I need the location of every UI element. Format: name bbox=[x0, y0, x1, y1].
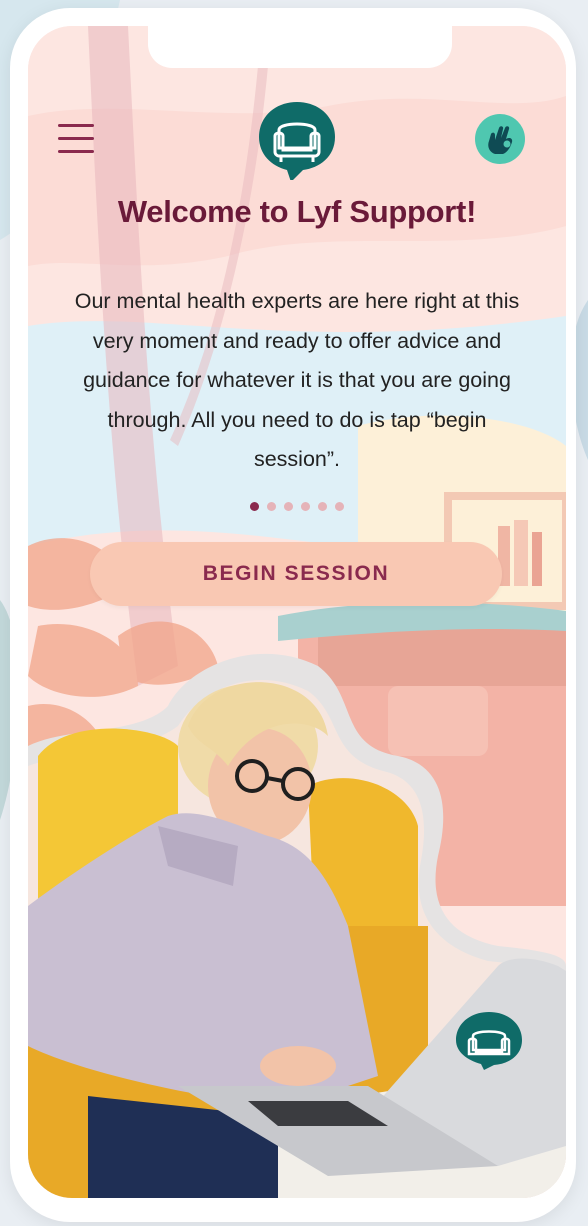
carousel-dot-3[interactable] bbox=[284, 502, 293, 511]
app-header bbox=[28, 100, 566, 190]
intro-description-text: Our mental health experts are here right… bbox=[74, 289, 520, 471]
menu-icon bbox=[58, 124, 94, 127]
menu-icon-bar bbox=[58, 137, 94, 140]
carousel-dot-1[interactable] bbox=[250, 502, 259, 511]
menu-icon-bar bbox=[58, 150, 94, 153]
page-title: Welcome to Lyf Support! bbox=[117, 194, 477, 229]
phone-notch bbox=[148, 26, 452, 68]
armchair-logo-icon bbox=[259, 102, 335, 180]
carousel-dot-6[interactable] bbox=[335, 502, 344, 511]
carousel-dot-5[interactable] bbox=[318, 502, 327, 511]
carousel-dot-4[interactable] bbox=[301, 502, 310, 511]
carousel-indicator bbox=[28, 498, 566, 516]
begin-session-button[interactable]: BEGIN SESSION bbox=[90, 542, 502, 606]
carousel-dot-2[interactable] bbox=[267, 502, 276, 511]
intro-description: Our mental health experts are here right… bbox=[74, 282, 520, 480]
laptop-armchair-logo-icon bbox=[456, 1012, 522, 1070]
ok-hand-icon bbox=[488, 126, 513, 154]
app-screen: Welcome to Lyf Support! Our mental healt… bbox=[28, 26, 566, 1198]
gesture-button[interactable] bbox=[475, 114, 525, 164]
menu-button[interactable] bbox=[58, 124, 94, 154]
